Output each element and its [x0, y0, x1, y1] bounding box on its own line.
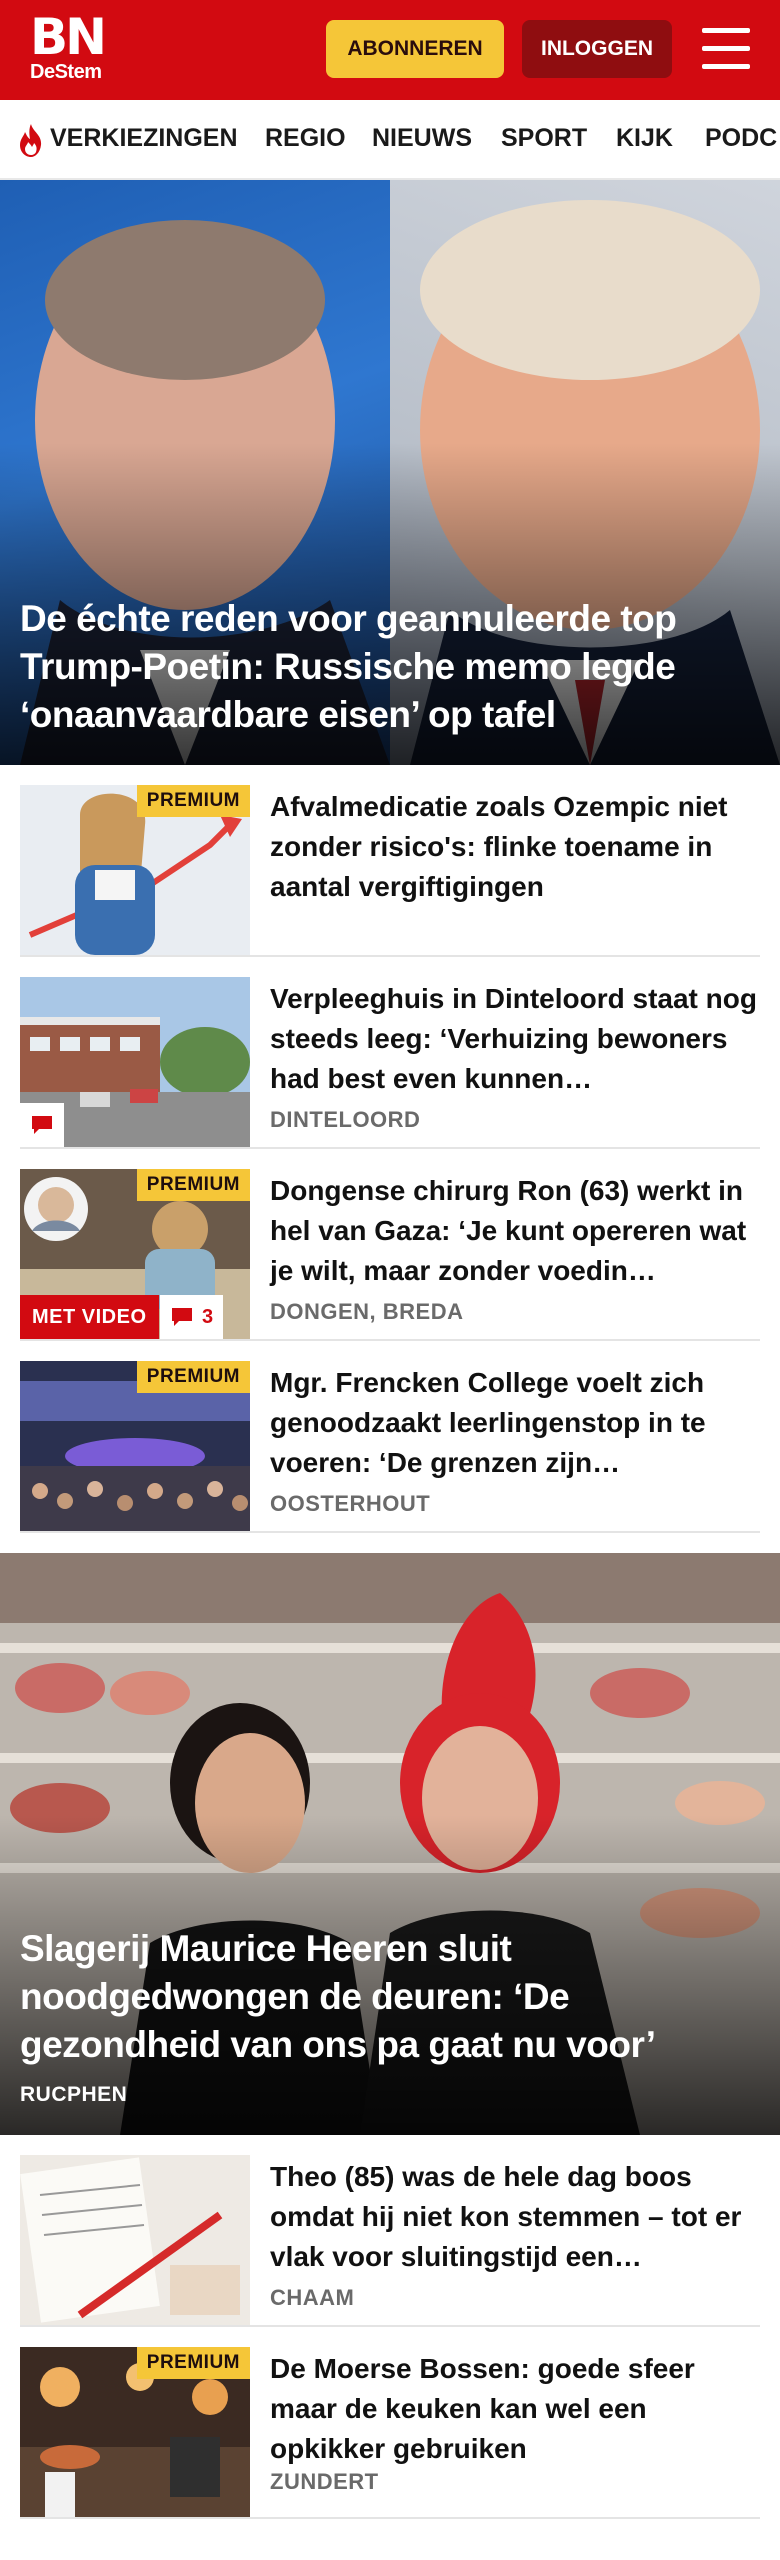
article-location: DINTELOORD	[270, 1107, 421, 1132]
article-title[interactable]: Verpleeghuis in Dinteloord staat nog ste…	[270, 979, 760, 1099]
lead-article[interactable]: De échte reden voor geannuleerde top Tru…	[0, 180, 780, 765]
article-thumbnail: PREMIUM MET VIDEO 3	[20, 1169, 250, 1339]
article-thumbnail: PREMIUM	[20, 785, 250, 955]
article-item[interactable]: PREMIUM Mgr. Frencken College voelt zich…	[20, 1341, 760, 1533]
article-location: CHAAM	[270, 2285, 355, 2310]
nav-item-regio[interactable]: REGIO	[265, 120, 346, 156]
subscribe-button[interactable]: ABONNEREN	[326, 20, 504, 78]
article-item[interactable]: PREMIUM MET VIDEO 3 Dongense chirurg Ron…	[20, 1149, 760, 1341]
logo-name: DeStem	[30, 61, 102, 83]
premium-badge: PREMIUM	[136, 1361, 250, 1393]
article-location: DONGEN, BREDA	[270, 1299, 464, 1324]
article-thumbnail	[20, 2155, 250, 2325]
flame-icon	[20, 124, 42, 157]
comment-count: 3	[202, 1305, 214, 1328]
feature-title[interactable]: Slagerij Maurice Heeren sluit noodgedwon…	[20, 1925, 760, 2069]
feature-article[interactable]: Slagerij Maurice Heeren sluit noodgedwon…	[0, 1553, 780, 2135]
site-header: BN DeStem ABONNEREN INLOGGEN	[0, 0, 780, 100]
section-nav: VERKIEZINGEN REGIO NIEUWS SPORT KIJK POD…	[0, 100, 780, 180]
article-item[interactable]: PREMIUM De Moerse Bossen: goede sfeer ma…	[20, 2327, 760, 2519]
logo-mark: BN	[30, 8, 107, 66]
article-item[interactable]: PREMIUM Afvalmedicatie zoals Ozempic nie…	[20, 765, 760, 957]
article-title[interactable]: De Moerse Bossen: goede sfeer maar de ke…	[270, 2349, 760, 2469]
article-title[interactable]: Afvalmedicatie zoals Ozempic niet zonder…	[270, 787, 760, 907]
menu-icon[interactable]	[702, 28, 750, 70]
comment-count-badge: 3	[160, 1295, 224, 1339]
nav-item-kijk[interactable]: KIJK	[616, 120, 673, 156]
nav-item-verkiezingen[interactable]: VERKIEZINGEN	[50, 120, 238, 156]
article-thumbnail	[20, 977, 250, 1147]
article-item[interactable]: Theo (85) was de hele dag boos omdat hij…	[20, 2135, 760, 2327]
article-thumbnail: PREMIUM	[20, 2347, 250, 2517]
feature-location: RUCPHEN	[20, 2083, 128, 2106]
article-title[interactable]: Mgr. Frencken College voelt zich genoodz…	[270, 1363, 760, 1483]
article-thumbnail: PREMIUM	[20, 1361, 250, 1531]
premium-badge: PREMIUM	[136, 2347, 250, 2379]
video-badge: MET VIDEO	[20, 1295, 159, 1339]
comment-icon	[32, 1116, 52, 1134]
nav-item-podcast[interactable]: PODC	[705, 120, 777, 156]
lead-title[interactable]: De échte reden voor geannuleerde top Tru…	[20, 595, 760, 739]
site-logo[interactable]: BN DeStem	[30, 8, 107, 84]
premium-badge: PREMIUM	[136, 785, 250, 817]
premium-badge: PREMIUM	[136, 1169, 250, 1201]
article-location: OOSTERHOUT	[270, 1491, 431, 1516]
comment-badge	[20, 1103, 64, 1147]
nav-item-sport[interactable]: SPORT	[501, 120, 587, 156]
nav-item-nieuws[interactable]: NIEUWS	[372, 120, 472, 156]
article-location: ZUNDERT	[270, 2469, 379, 2494]
comment-icon	[172, 1308, 192, 1326]
article-title[interactable]: Theo (85) was de hele dag boos omdat hij…	[270, 2157, 760, 2277]
article-item[interactable]: Verpleeghuis in Dinteloord staat nog ste…	[20, 957, 760, 1149]
article-title[interactable]: Dongense chirurg Ron (63) werkt in hel v…	[270, 1171, 760, 1291]
login-button[interactable]: INLOGGEN	[522, 20, 672, 78]
